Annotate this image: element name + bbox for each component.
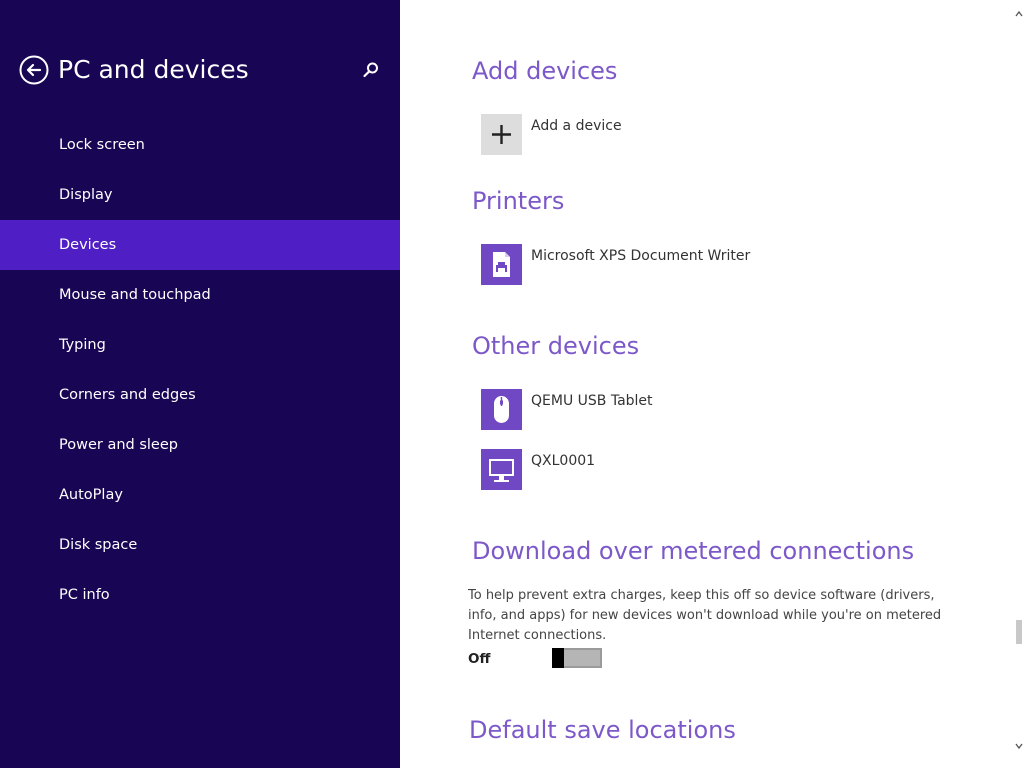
- main-content: Add devices Add a device Printers Micros…: [400, 0, 1014, 768]
- sidebar-item-disk-space[interactable]: Disk space: [0, 520, 400, 570]
- page-title: PC and devices: [58, 55, 249, 84]
- add-device-label: Add a device: [531, 118, 622, 134]
- search-icon: [363, 62, 378, 78]
- device-label-qxl: QXL0001: [531, 453, 596, 469]
- sidebar-item-devices[interactable]: Devices: [0, 220, 400, 270]
- back-button[interactable]: [19, 55, 49, 85]
- toggle-thumb: [552, 648, 564, 668]
- sidebar: PC and devices Lock screen Display Devic…: [0, 0, 400, 768]
- content-scrollbar[interactable]: [1014, 0, 1024, 768]
- pc-settings-window: PC and devices Lock screen Display Devic…: [0, 0, 1024, 768]
- sidebar-item-pc-info[interactable]: PC info: [0, 570, 400, 620]
- metered-toggle-state: Off: [468, 651, 491, 667]
- monitor-tile: [481, 449, 522, 490]
- add-device-tile: [481, 114, 522, 155]
- metered-toggle-switch[interactable]: [552, 648, 602, 668]
- sidebar-item-display[interactable]: Display: [0, 170, 400, 220]
- sidebar-nav: Lock screen Display Devices Mouse and to…: [0, 120, 400, 620]
- sidebar-item-lock-screen[interactable]: Lock screen: [0, 120, 400, 170]
- sidebar-item-power-and-sleep[interactable]: Power and sleep: [0, 420, 400, 470]
- mouse-tile: [481, 389, 522, 430]
- section-title-save-locations: Default save locations: [469, 716, 736, 744]
- monitor-icon: [489, 459, 514, 482]
- scroll-thumb[interactable]: [1016, 620, 1022, 644]
- back-arrow-circle-icon: [19, 55, 49, 85]
- metered-description: To help prevent extra charges, keep this…: [468, 588, 942, 643]
- mouse-icon: [494, 396, 509, 423]
- section-title-printers: Printers: [472, 187, 565, 215]
- sidebar-item-autoplay[interactable]: AutoPlay: [0, 470, 400, 520]
- sidebar-item-mouse-and-touchpad[interactable]: Mouse and touchpad: [0, 270, 400, 320]
- device-label-printer: Microsoft XPS Document Writer: [531, 248, 751, 264]
- section-title-add-devices: Add devices: [472, 57, 618, 85]
- printer-icon: [493, 252, 510, 277]
- section-title-other-devices: Other devices: [472, 332, 640, 360]
- printer-tile: [481, 244, 522, 285]
- plus-icon: [492, 125, 511, 144]
- sidebar-item-corners-and-edges[interactable]: Corners and edges: [0, 370, 400, 420]
- sidebar-item-typing[interactable]: Typing: [0, 320, 400, 370]
- scroll-down-arrow-icon[interactable]: [1015, 742, 1023, 750]
- device-label-usb-tablet: QEMU USB Tablet: [531, 393, 653, 409]
- scroll-up-arrow-icon[interactable]: [1015, 10, 1023, 18]
- search-button[interactable]: [361, 60, 381, 80]
- section-title-metered: Download over metered connections: [472, 537, 915, 565]
